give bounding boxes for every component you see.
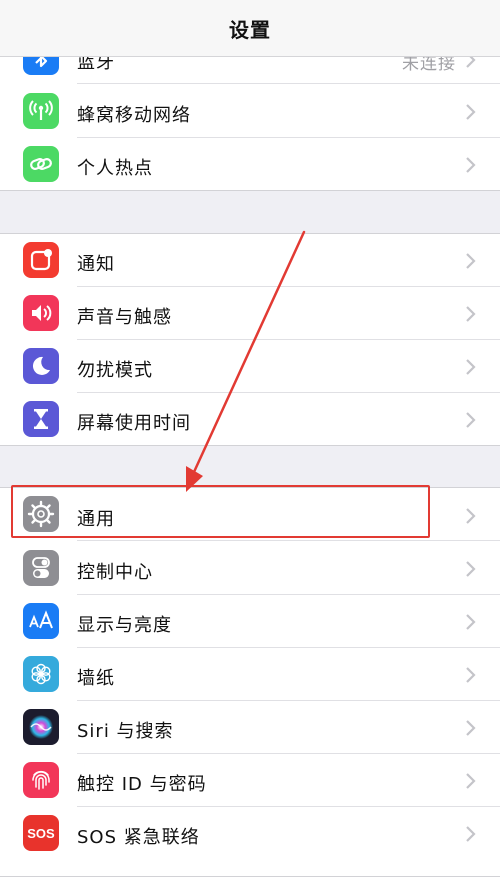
sos-icon: SOS (23, 815, 59, 851)
settings-row-label: 通知 (77, 254, 115, 275)
settings-row-label: 触控 ID 与密码 (77, 774, 207, 795)
settings-row-do-not-disturb[interactable]: 勿扰模式 (0, 340, 500, 393)
chevron-right-icon (466, 773, 476, 789)
settings-row-label: 显示与亮度 (77, 615, 172, 636)
flower-icon (23, 656, 59, 692)
text-size-aa-icon (23, 603, 59, 639)
page-title: 设置 (229, 17, 271, 42)
settings-row-screen-time[interactable]: 屏幕使用时间 (0, 393, 500, 446)
chevron-right-icon (466, 720, 476, 736)
chevron-right-icon (466, 508, 476, 524)
chevron-right-icon (466, 359, 476, 375)
settings-row-label: SOS 紧急联络 (77, 827, 200, 848)
sos-icon-text: SOS (27, 825, 55, 841)
chevron-right-icon (466, 561, 476, 577)
settings-row-siri[interactable]: Siri 与搜索 (0, 701, 500, 754)
row-separator (77, 540, 500, 541)
chevron-right-icon (466, 667, 476, 683)
chevron-right-icon (466, 826, 476, 842)
chevron-right-icon (466, 253, 476, 269)
settings-row-label: 个人热点 (77, 158, 153, 179)
settings-row-label: 墙纸 (77, 668, 115, 689)
settings-row-notifications[interactable]: 通知 (0, 234, 500, 287)
hourglass-icon (23, 401, 59, 437)
settings-row-label: Siri 与搜索 (77, 721, 174, 742)
settings-group-general: 通用 控制中心 显示与亮度 墙纸 Siri 与搜索 触控 ID 与密码 SOS … (0, 487, 500, 877)
siri-icon (23, 709, 59, 745)
settings-row-touch-id[interactable]: 触控 ID 与密码 (0, 754, 500, 807)
speaker-icon (23, 295, 59, 331)
fingerprint-icon (23, 762, 59, 798)
settings-group-notifications: 通知 声音与触感 勿扰模式 屏幕使用时间 (0, 233, 500, 446)
moon-icon (23, 348, 59, 384)
chevron-right-icon (466, 104, 476, 120)
chevron-right-icon (466, 614, 476, 630)
settings-row-control-center[interactable]: 控制中心 (0, 542, 500, 595)
navigation-bar: 设置 (0, 0, 500, 57)
row-separator (77, 83, 500, 84)
settings-row-hotspot[interactable]: 个人热点 (0, 138, 500, 191)
settings-row-cellular[interactable]: 蜂窝移动网络 (0, 85, 500, 138)
settings-row-emergency-sos[interactable]: SOS SOS 紧急联络 (0, 807, 500, 860)
chevron-right-icon (466, 306, 476, 322)
cellular-antenna-icon (23, 93, 59, 129)
settings-row-wallpaper[interactable]: 墙纸 (0, 648, 500, 701)
settings-row-label: 控制中心 (77, 562, 153, 583)
settings-row-label: 勿扰模式 (77, 360, 153, 381)
notification-icon (23, 242, 59, 278)
settings-row-label: 蜂窝移动网络 (77, 105, 191, 126)
highlight-box-general (11, 485, 430, 538)
hotspot-chain-icon (23, 146, 59, 182)
settings-row-display[interactable]: 显示与亮度 (0, 595, 500, 648)
settings-row-label: 声音与触感 (77, 307, 172, 328)
toggle-switches-icon (23, 550, 59, 586)
settings-row-sounds[interactable]: 声音与触感 (0, 287, 500, 340)
settings-row-label: 屏幕使用时间 (77, 413, 191, 434)
chevron-right-icon (466, 157, 476, 173)
chevron-right-icon (466, 412, 476, 428)
